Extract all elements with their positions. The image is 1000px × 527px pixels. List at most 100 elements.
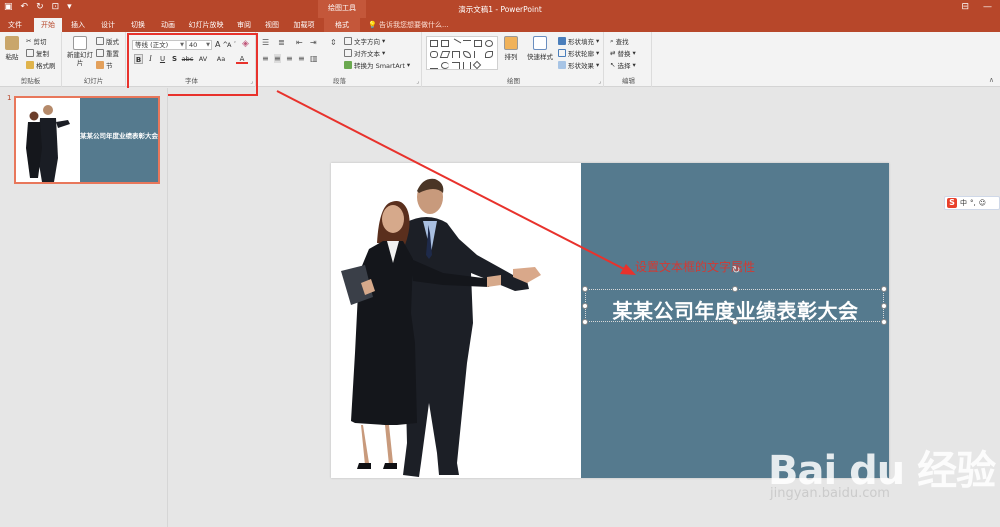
ime-mode[interactable]: 中 (960, 198, 967, 208)
shape-outline-button[interactable]: 形状轮廓 ▾ (558, 48, 599, 58)
slides-group: 新建幻灯片 版式 重置 节 幻灯片 (62, 32, 126, 87)
numbering-button[interactable]: ≣ (278, 38, 285, 47)
rotate-handle-icon[interactable]: ↻ (732, 266, 742, 276)
align-center-icon: ≡ (274, 54, 281, 63)
bullets-button[interactable]: ☰ (262, 38, 269, 47)
slide-title[interactable]: 某某公司年度业绩表彰大会 (586, 295, 885, 324)
drawing-group: 排列 快速样式 形状填充 ▾ 形状轮廓 ▾ 形状效果 ▾ 绘图 ⌟ (424, 32, 604, 87)
reset-button[interactable]: 重置 (96, 48, 119, 58)
align-right-button[interactable]: ≡ (286, 54, 293, 63)
tab-animations[interactable]: 动画 (154, 18, 182, 32)
ribbon-display-options-icon[interactable]: ⊟ (961, 2, 969, 12)
shape-effects-button[interactable]: 形状效果 ▾ (558, 60, 599, 70)
slides-group-label: 幻灯片 (83, 77, 104, 85)
pen-icon (558, 49, 566, 57)
tell-me-box[interactable]: 💡 告诉我您想要做什么... (368, 20, 449, 30)
thumbnail-title-panel (80, 98, 158, 182)
line-shape-icon[interactable] (450, 38, 462, 49)
resize-handle[interactable] (582, 286, 588, 292)
replace-label: 替换 (617, 50, 631, 58)
line-spacing-icon: ⇕ (330, 38, 337, 47)
rectangle-shape-icon[interactable] (430, 40, 438, 47)
rounded-rect-shape-icon[interactable] (430, 51, 438, 58)
align-text-icon (344, 49, 352, 57)
business-people-image (341, 178, 541, 477)
convert-smartart-button[interactable]: 转换为 SmartArt ▾ (344, 60, 410, 70)
title-textbox[interactable]: ↻ 某某公司年度业绩表彰大会 (582, 266, 887, 325)
resize-handle[interactable] (732, 286, 738, 292)
paste-button[interactable]: 粘贴 (2, 36, 22, 61)
tab-design[interactable]: 设计 (94, 18, 122, 32)
redo-icon[interactable]: ↻ (36, 2, 44, 12)
reset-icon (96, 49, 104, 57)
replace-button[interactable]: ⇄ 替换 ▾ (610, 48, 636, 58)
brace-shape-icon[interactable] (463, 62, 471, 69)
layout-button[interactable]: 版式 (96, 36, 119, 46)
tab-review[interactable]: 审阅 (232, 18, 256, 32)
bracket-shape-icon[interactable] (474, 51, 482, 58)
editing-group: ⌕ 查找 ⇄ 替换 ▾ ↖ 选择 ▾ 编辑 (606, 32, 652, 87)
emoji-icon[interactable]: ☺ (979, 199, 986, 207)
shapes-gallery[interactable] (426, 36, 498, 70)
columns-button[interactable]: ▥ (310, 54, 318, 63)
increase-indent-button[interactable]: ⇥ (310, 38, 317, 47)
ime-toolbar[interactable]: S 中 °, ☺ (944, 196, 1000, 210)
align-right-icon: ≡ (286, 54, 293, 63)
arrange-label: 排列 (504, 53, 518, 61)
find-button[interactable]: ⌕ 查找 (610, 36, 629, 47)
contextual-tools-label: 绘图工具 (318, 0, 366, 18)
new-slide-button[interactable]: 新建幻灯片 (66, 36, 94, 67)
oval-shape-icon[interactable] (485, 40, 493, 47)
align-left-button[interactable]: ≡ (262, 54, 269, 63)
copy-button[interactable]: 复制 (26, 48, 49, 58)
watermark-url: jingyan.baidu.com (770, 486, 890, 501)
arrange-button[interactable]: 排列 (502, 36, 520, 61)
collapse-ribbon-icon[interactable]: ∧ (989, 76, 994, 84)
format-painter-button[interactable]: 格式刷 (26, 60, 56, 70)
tab-slideshow[interactable]: 幻灯片放映 (184, 18, 228, 32)
resize-handle[interactable] (881, 286, 887, 292)
line-spacing-button[interactable]: ⇕ (330, 38, 337, 47)
shape-fill-button[interactable]: 形状填充 ▾ (558, 36, 599, 46)
drawing-dialog-launcher-icon[interactable]: ⌟ (598, 78, 601, 85)
arrow-line-shape-icon[interactable] (463, 40, 471, 47)
select-button[interactable]: ↖ 选择 ▾ (610, 60, 636, 70)
text-direction-button[interactable]: 文字方向 ▾ (344, 36, 385, 46)
tab-view[interactable]: 视图 (260, 18, 284, 32)
tab-addins[interactable]: 加载项 (290, 18, 318, 32)
section-button[interactable]: 节 (96, 60, 113, 70)
elbow-shape-icon[interactable] (452, 51, 460, 58)
flow-shape-icon[interactable] (463, 51, 471, 58)
corner-shape-icon[interactable] (452, 62, 460, 69)
tab-transitions[interactable]: 切换 (124, 18, 152, 32)
freeform-shape-icon[interactable] (430, 62, 438, 69)
slide-thumbnail[interactable]: 某某公司年度业绩表彰大会 (14, 96, 160, 184)
customize-qat-icon[interactable]: ▾ (67, 2, 72, 12)
align-center-button[interactable]: ≡ (274, 54, 281, 63)
slide-canvas[interactable]: 设置文本框的文字属性 ↻ 某某公司年度业绩表彰大会 (331, 163, 889, 478)
star-shape-icon[interactable] (472, 60, 482, 70)
tab-insert[interactable]: 插入 (64, 18, 92, 32)
tab-home[interactable]: 开始 (34, 18, 62, 32)
cut-label: 剪切 (33, 38, 47, 46)
undo-icon[interactable]: ↶ (21, 2, 29, 12)
square-shape-icon[interactable] (474, 40, 482, 47)
decrease-indent-button[interactable]: ⇤ (296, 38, 303, 47)
cut-button[interactable]: ✂ 剪切 (26, 36, 46, 46)
justify-button[interactable]: ≡ (298, 54, 305, 63)
start-from-beginning-icon[interactable]: ⊡ (52, 2, 60, 12)
arrange-icon (504, 36, 518, 50)
textbox-shape-icon[interactable] (441, 40, 449, 47)
paragraph-dialog-launcher-icon[interactable]: ⌟ (416, 78, 419, 85)
tab-file[interactable]: 文件 (2, 18, 28, 32)
quick-styles-button[interactable]: 快速样式 (526, 36, 554, 61)
punctuation-icon[interactable]: °, (970, 199, 976, 207)
new-slide-icon (73, 36, 87, 50)
parallelogram-shape-icon[interactable] (439, 51, 451, 58)
save-icon[interactable]: ▣ (4, 2, 13, 12)
arc-shape-icon[interactable] (441, 62, 449, 69)
tab-format[interactable]: 格式 (324, 18, 360, 32)
minimize-icon[interactable]: — (983, 2, 992, 12)
curve-shape-icon[interactable] (485, 51, 493, 58)
align-text-button[interactable]: 对齐文本 ▾ (344, 48, 385, 58)
